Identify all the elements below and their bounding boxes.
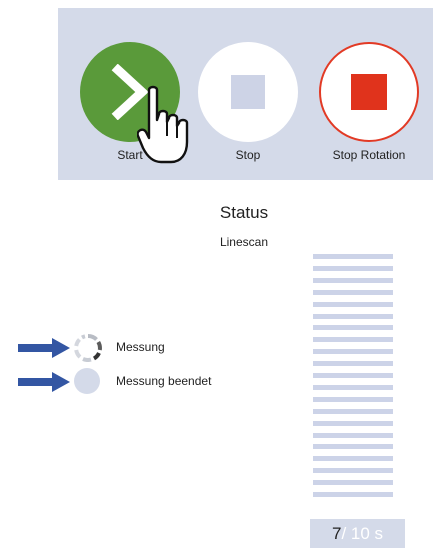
stop-button[interactable]: Stop	[193, 8, 303, 180]
stop-rotation-circle[interactable]	[319, 42, 419, 142]
stop-rotation-label: Stop Rotation	[332, 148, 406, 162]
progress-segment	[313, 492, 393, 498]
progress-segment	[313, 325, 393, 331]
progress-segment	[313, 432, 393, 438]
timer-total: / 10 s	[341, 524, 384, 543]
progress-segment	[313, 444, 393, 450]
progress-segment	[313, 349, 393, 355]
progress-segment	[313, 468, 393, 474]
hand-pointer-icon	[137, 85, 189, 164]
progress-segment	[313, 456, 393, 462]
stop-circle[interactable]	[198, 42, 298, 142]
filled-dot-wrap	[74, 368, 102, 396]
stop-rotation-square-icon	[351, 74, 387, 110]
legend-label-messung: Messung	[116, 340, 165, 354]
stop-square-icon	[231, 75, 265, 109]
spinner-ring-icon	[74, 334, 102, 362]
stop-label: Stop	[235, 148, 261, 162]
progress-segment	[313, 396, 393, 402]
progress-segment	[313, 361, 393, 367]
arrow-right-icon	[18, 372, 70, 392]
arrow-right-icon	[18, 338, 70, 358]
progress-segment	[313, 384, 393, 390]
progress-segment	[313, 480, 393, 486]
filled-dot-icon	[74, 368, 100, 394]
progress-segment	[313, 301, 393, 307]
progress-segment	[313, 373, 393, 379]
progress-segment	[313, 265, 393, 271]
progress-segment	[313, 277, 393, 283]
progress-segment	[313, 313, 393, 319]
timer-readout: 7/ 10 s	[310, 519, 405, 548]
stop-rotation-button[interactable]: Stop Rotation	[314, 8, 424, 180]
progress-segment	[313, 420, 393, 426]
legend-label-messung-beendet: Messung beendet	[116, 374, 212, 388]
toolbar: Start Stop Stop Rotation	[58, 8, 433, 180]
progress-segment	[313, 408, 393, 414]
status-mode: Linescan	[219, 235, 269, 249]
progress-segment	[313, 289, 393, 295]
progress-segment	[313, 254, 393, 259]
status-title: Status	[219, 203, 269, 222]
progress-segment	[313, 337, 393, 343]
progress-bar	[313, 252, 393, 502]
